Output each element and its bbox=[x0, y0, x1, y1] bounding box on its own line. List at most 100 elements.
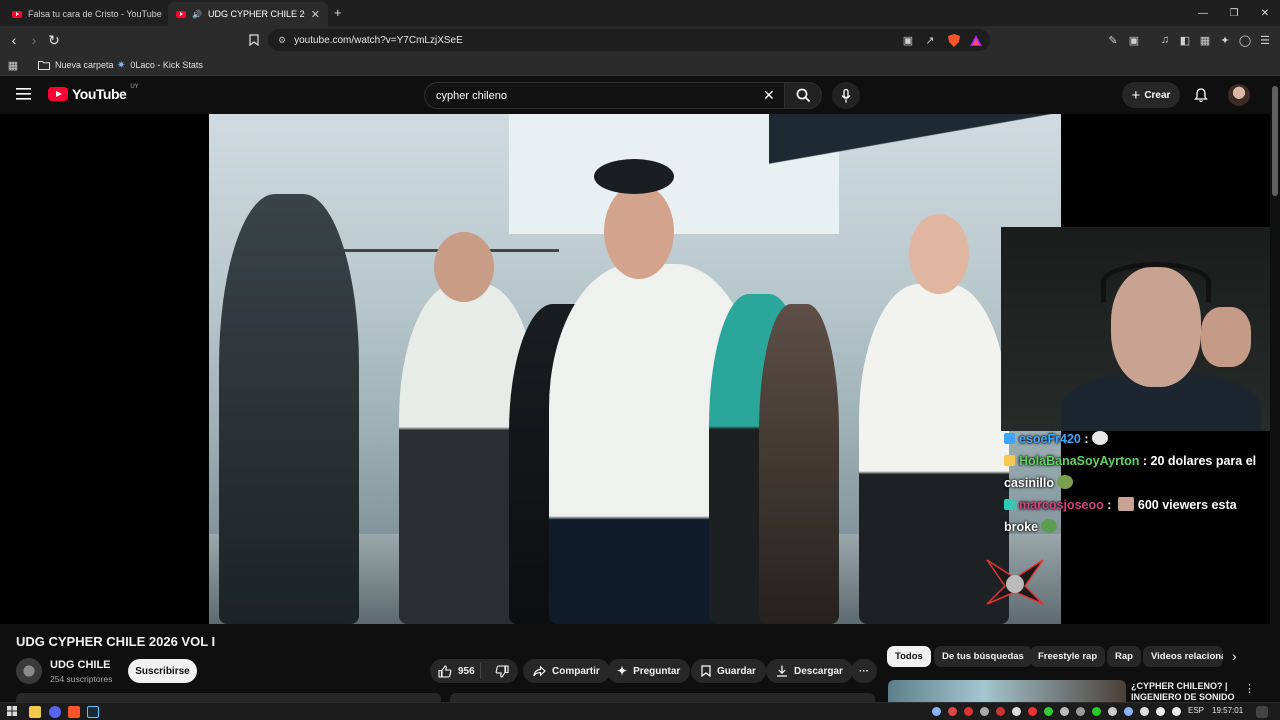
file-explorer-icon[interactable] bbox=[29, 706, 41, 718]
network-icon[interactable] bbox=[1124, 707, 1133, 716]
ask-button[interactable]: ✦ Preguntar bbox=[607, 659, 691, 683]
search-query: cypher chileno bbox=[436, 89, 507, 102]
chips-next-icon[interactable]: › bbox=[1232, 648, 1237, 664]
create-button[interactable]: + Crear bbox=[1122, 82, 1180, 108]
music-icon[interactable]: ♫ bbox=[1157, 32, 1173, 48]
save-button[interactable]: Guardar bbox=[691, 659, 766, 683]
recommended-video-thumbnail[interactable] bbox=[888, 680, 1126, 702]
headphones-icon bbox=[1101, 262, 1211, 302]
channel-avatar[interactable] bbox=[16, 658, 42, 684]
site-settings-icon[interactable]: ⚙ bbox=[278, 35, 286, 46]
channel-name[interactable]: UDG CHILE bbox=[50, 659, 111, 671]
bookmark-icon[interactable] bbox=[246, 32, 262, 48]
tray-app-icon[interactable] bbox=[1012, 707, 1021, 716]
sidebar-icon[interactable]: ◧ bbox=[1177, 32, 1193, 48]
windows-start-icon[interactable] bbox=[7, 706, 19, 718]
steam-icon[interactable] bbox=[87, 706, 99, 718]
bookmark-nueva-carpeta[interactable]: Nueva carpeta bbox=[38, 57, 114, 73]
download-label: Descargar bbox=[794, 665, 843, 677]
nvidia-icon[interactable] bbox=[1092, 707, 1101, 716]
chip-todos[interactable]: Todos bbox=[887, 646, 931, 667]
restore-icon[interactable]: ❐ bbox=[1219, 4, 1249, 22]
like-button[interactable]: 956 bbox=[430, 663, 481, 679]
share-page-icon[interactable]: ↗ bbox=[922, 32, 938, 48]
volume-icon[interactable] bbox=[1172, 707, 1181, 716]
video-player[interactable]: esoeFr420 : HolaBanaSoyAyrton : 20 dolar… bbox=[0, 114, 1280, 624]
discord-icon[interactable] bbox=[49, 706, 61, 718]
tab-udg-cypher[interactable]: 🔊 UDG CYPHER CHILE 2026 VOL ✕ bbox=[168, 2, 328, 26]
chat-badge-icon bbox=[1004, 499, 1015, 510]
tray-app-icon[interactable] bbox=[948, 707, 957, 716]
extensions-icon[interactable]: ✎ bbox=[1105, 32, 1121, 48]
vpn-icon[interactable]: ◯ bbox=[1237, 32, 1253, 48]
plus-icon: + bbox=[1131, 86, 1141, 104]
voice-search-button[interactable] bbox=[832, 82, 860, 109]
notifications-bell-icon[interactable] bbox=[1190, 84, 1212, 106]
system-clock[interactable]: 19:57:01 bbox=[1212, 706, 1243, 715]
wallet-icon[interactable]: ▦ bbox=[1197, 32, 1213, 48]
notification-center-icon[interactable] bbox=[1256, 706, 1268, 718]
dislike-button[interactable] bbox=[487, 664, 518, 678]
tray-app-icon[interactable] bbox=[980, 707, 989, 716]
tab-title: UDG CYPHER CHILE 2026 VOL bbox=[207, 9, 305, 19]
download-button[interactable]: Descargar bbox=[766, 659, 853, 683]
brave-rewards-icon[interactable] bbox=[968, 32, 984, 48]
back-icon[interactable]: ‹ bbox=[4, 30, 24, 50]
account-avatar[interactable] bbox=[1228, 84, 1250, 106]
chip-rap[interactable]: Rap bbox=[1107, 646, 1141, 667]
browser-toolbar: ‹ › ↻ ⚙ youtube.com/watch?v=Y7CmLzjXSeE … bbox=[0, 26, 1280, 54]
close-window-icon[interactable]: ✕ bbox=[1250, 4, 1280, 22]
sparkle-icon: ✦ bbox=[617, 664, 628, 678]
input-language[interactable]: ESP bbox=[1188, 706, 1204, 715]
chip-videos-relacionados[interactable]: Videos relaciona bbox=[1143, 646, 1223, 667]
tray-app-icon[interactable] bbox=[1108, 707, 1117, 716]
tray-app-icon[interactable] bbox=[1060, 707, 1069, 716]
leo-ai-icon[interactable]: ✦ bbox=[1217, 32, 1233, 48]
recommended-video-title[interactable]: ¿CYPHER CHILENO? | INGENIERO DE SONIDO bbox=[1131, 681, 1241, 703]
chip-de-tus-busquedas[interactable]: De tus búsquedas bbox=[934, 646, 1032, 667]
tray-app-icon[interactable] bbox=[1028, 707, 1037, 716]
menu-icon[interactable]: ☰ bbox=[1257, 32, 1273, 48]
recommended-more-icon[interactable]: ⋮ bbox=[1244, 682, 1255, 695]
address-bar[interactable]: ⚙ youtube.com/watch?v=Y7CmLzjXSeE bbox=[268, 29, 990, 51]
youtube-play-icon bbox=[48, 87, 68, 101]
windows-taskbar: ESP 19:57:01 bbox=[0, 702, 1280, 720]
bookmark-kick-stats[interactable]: ✷ 0Laco - Kick Stats bbox=[117, 57, 203, 73]
apps-grid-icon[interactable]: ▦ bbox=[5, 57, 21, 73]
reload-icon[interactable]: ↻ bbox=[44, 30, 64, 50]
emote-icon bbox=[1041, 519, 1058, 533]
clear-search-icon[interactable]: ✕ bbox=[763, 87, 775, 104]
more-actions-button[interactable]: ··· bbox=[851, 659, 877, 683]
search-icon bbox=[796, 88, 810, 103]
wifi-icon[interactable] bbox=[1156, 707, 1165, 716]
video-frame[interactable] bbox=[209, 114, 1061, 624]
page-scrollbar[interactable] bbox=[1270, 76, 1280, 700]
tab-falsa-tu-cara[interactable]: Falsa tu cara de Cristo - YouTube bbox=[4, 2, 164, 26]
search-input[interactable]: cypher chileno ✕ bbox=[424, 82, 786, 109]
minimize-icon[interactable]: — bbox=[1188, 4, 1218, 22]
hamburger-menu-icon[interactable] bbox=[16, 87, 32, 101]
description-box[interactable] bbox=[16, 693, 441, 702]
tray-app-icon[interactable] bbox=[932, 707, 941, 716]
share-button[interactable]: Compartir bbox=[523, 659, 610, 683]
tray-app-icon[interactable] bbox=[1076, 707, 1085, 716]
brave-shield-icon[interactable] bbox=[946, 32, 962, 48]
comments-preview[interactable] bbox=[450, 693, 875, 702]
search-button[interactable] bbox=[784, 82, 822, 109]
download-icon bbox=[777, 665, 787, 677]
tray-app-icon[interactable] bbox=[996, 707, 1005, 716]
new-tab-button[interactable]: + bbox=[334, 5, 342, 20]
forward-icon[interactable]: › bbox=[24, 30, 44, 50]
brave-browser-icon[interactable] bbox=[68, 706, 80, 718]
bluetooth-icon[interactable] bbox=[1140, 707, 1149, 716]
tray-app-icon[interactable] bbox=[964, 707, 973, 716]
screenshot-icon[interactable]: ▣ bbox=[1126, 32, 1142, 48]
chip-freestyle-rap[interactable]: Freestyle rap bbox=[1030, 646, 1106, 667]
youtube-logo[interactable]: YouTube UY bbox=[48, 84, 139, 102]
cast-icon[interactable]: ▣ bbox=[900, 32, 916, 48]
scrollbar-thumb[interactable] bbox=[1272, 86, 1278, 196]
subscribe-button[interactable]: Suscribirse bbox=[128, 659, 197, 683]
close-tab-icon[interactable]: ✕ bbox=[311, 8, 320, 21]
tray-app-icon[interactable] bbox=[1044, 707, 1053, 716]
chat-separator: : bbox=[1139, 454, 1151, 468]
